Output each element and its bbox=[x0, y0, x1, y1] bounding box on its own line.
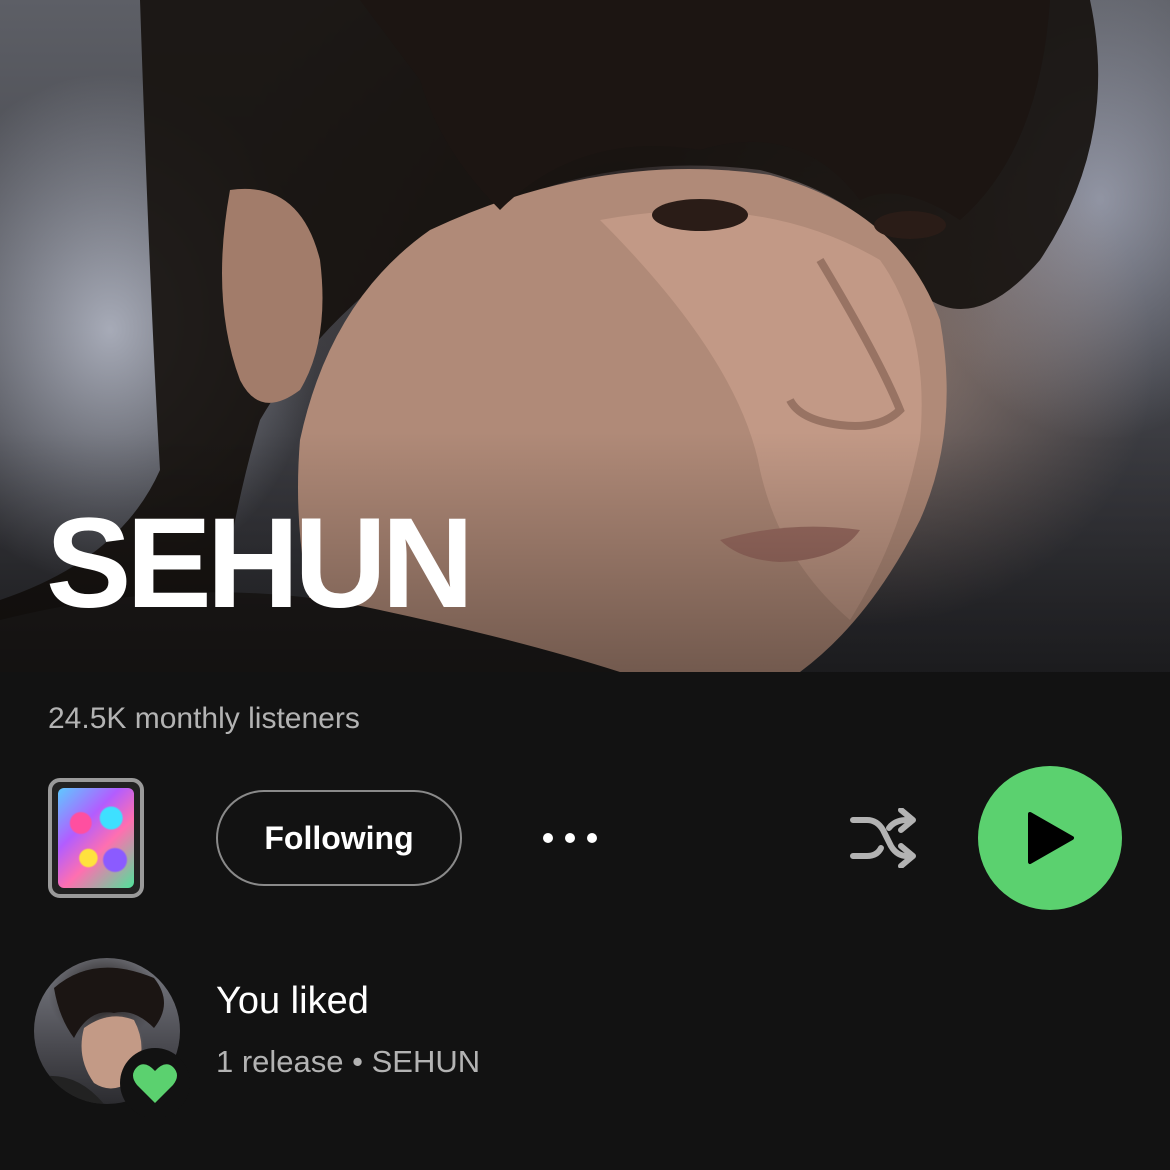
following-button[interactable]: Following bbox=[216, 790, 462, 886]
liked-subtitle: 1 release • SEHUN bbox=[216, 1044, 481, 1079]
artist-page: SEHUN 24.5K monthly listeners Following bbox=[0, 0, 1170, 1170]
more-options-icon bbox=[543, 833, 597, 843]
play-icon bbox=[1028, 812, 1074, 864]
artist-name: SEHUN bbox=[46, 492, 474, 635]
more-options-button[interactable] bbox=[530, 808, 610, 868]
monthly-listeners: 24.5K monthly listeners bbox=[48, 702, 360, 735]
shuffle-icon bbox=[850, 808, 916, 868]
album-art-image bbox=[58, 788, 134, 888]
shuffle-button[interactable] bbox=[840, 800, 926, 876]
play-button[interactable] bbox=[978, 766, 1122, 910]
artist-hero-image: SEHUN bbox=[0, 0, 1170, 672]
liked-releases-row[interactable]: You liked 1 release • SEHUN bbox=[34, 956, 1134, 1118]
liked-title: You liked bbox=[216, 980, 369, 1022]
heart-icon bbox=[133, 1064, 177, 1103]
album-cover-thumbnail[interactable] bbox=[48, 778, 144, 898]
liked-heart-badge bbox=[120, 1048, 190, 1118]
